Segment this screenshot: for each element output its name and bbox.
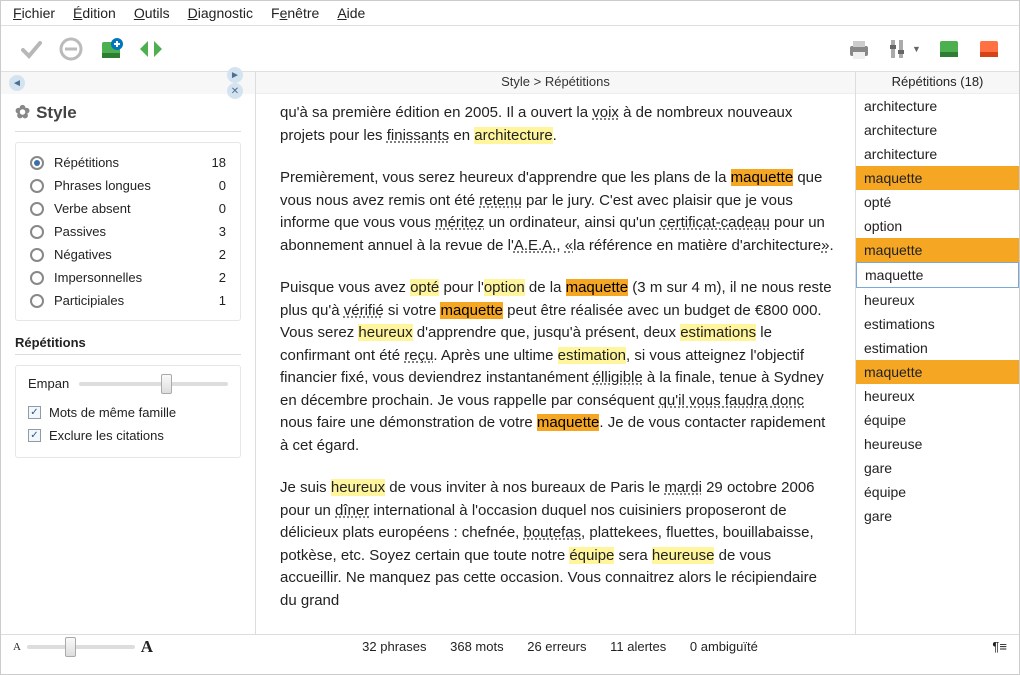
word-item[interactable]: architecture <box>856 142 1019 166</box>
radio-icon <box>30 156 44 170</box>
status-center: 32 phrases 368 mots 26 erreurs 11 alerte… <box>153 639 967 654</box>
style-option-count: 18 <box>212 155 226 170</box>
radio-icon <box>30 225 44 239</box>
word-item[interactable]: maquette <box>856 238 1019 262</box>
nav-arrows-button[interactable] <box>133 32 169 66</box>
check-label: Mots de même famille <box>49 405 176 420</box>
style-option-count: 2 <box>219 247 226 262</box>
statusbar: A A 32 phrases 368 mots 26 erreurs 11 al… <box>1 634 1019 658</box>
check-exclude-citations[interactable]: ✓ Exclure les citations <box>28 424 228 447</box>
word-item[interactable]: heureux <box>856 384 1019 408</box>
empan-slider[interactable] <box>79 382 228 386</box>
font-large-icon: A <box>141 637 153 657</box>
menu-fenetre[interactable]: Fenêtre <box>271 5 319 21</box>
word-item[interactable]: architecture <box>856 94 1019 118</box>
style-option-label: Répétitions <box>54 155 119 170</box>
radio-icon <box>30 294 44 308</box>
add-book-button[interactable] <box>93 32 129 66</box>
word-item[interactable]: maquette <box>856 262 1019 288</box>
right-title: Répétitions (18) <box>856 72 1019 94</box>
gear-icon: ✿ <box>15 102 30 123</box>
check-label: Exclure les citations <box>49 428 164 443</box>
word-item[interactable]: architecture <box>856 118 1019 142</box>
style-option-label: Verbe absent <box>54 201 131 216</box>
nav-back-icon[interactable]: ◄ <box>9 75 25 91</box>
style-option[interactable]: Participiales 1 <box>30 289 226 312</box>
style-option[interactable]: Négatives 2 <box>30 243 226 266</box>
style-option[interactable]: Impersonnelles 2 <box>30 266 226 289</box>
style-option-count: 1 <box>219 293 226 308</box>
status-mots: 368 mots <box>450 639 503 654</box>
style-option-count: 3 <box>219 224 226 239</box>
word-list: architecturearchitecturearchitecturemaqu… <box>856 94 1019 634</box>
content-center: Style > Répétitions qu'à sa première édi… <box>256 72 855 634</box>
word-item[interactable]: maquette <box>856 360 1019 384</box>
style-option-count: 0 <box>219 178 226 193</box>
main-area: ◄ ►✕ ✿ Style Répétitions18Phrases longue… <box>1 72 1019 634</box>
word-item[interactable]: estimation <box>856 336 1019 360</box>
style-option[interactable]: Verbe absent 0 <box>30 197 226 220</box>
style-option-count: 0 <box>219 201 226 216</box>
empan-label: Empan <box>28 376 69 391</box>
radio-icon <box>30 271 44 285</box>
word-item[interactable]: heureux <box>856 288 1019 312</box>
word-item[interactable]: heureuse <box>856 432 1019 456</box>
nav-forward-icon[interactable]: ► <box>227 67 243 83</box>
word-item[interactable]: gare <box>856 456 1019 480</box>
style-option[interactable]: Phrases longues 0 <box>30 174 226 197</box>
check-same-family[interactable]: ✓ Mots de même famille <box>28 401 228 424</box>
options-title: Répétitions <box>1 335 255 354</box>
word-item[interactable]: gare <box>856 504 1019 528</box>
radio-icon <box>30 179 44 193</box>
status-erreurs: 26 erreurs <box>527 639 586 654</box>
word-item[interactable]: équipe <box>856 408 1019 432</box>
menu-edition[interactable]: Édition <box>73 5 116 21</box>
style-option-label: Participiales <box>54 293 124 308</box>
style-option[interactable]: Répétitions 18 <box>30 151 226 174</box>
style-list: Répétitions18Phrases longues0Verbe absen… <box>15 142 241 321</box>
options-body: Empan ✓ Mots de même famille ✓ Exclure l… <box>15 365 241 458</box>
menu-fichier[interactable]: Fichier <box>13 5 55 21</box>
panel-title: ✿ Style <box>1 94 255 129</box>
toolbar: ▼ <box>1 26 1019 72</box>
style-option-label: Phrases longues <box>54 178 151 193</box>
word-item[interactable]: estimations <box>856 312 1019 336</box>
style-option-count: 2 <box>219 270 226 285</box>
status-phrases: 32 phrases <box>362 639 426 654</box>
word-item[interactable]: équipe <box>856 480 1019 504</box>
document-view[interactable]: qu'à sa première édition en 2005. Il a o… <box>256 94 855 634</box>
checkbox-icon: ✓ <box>28 429 41 442</box>
style-option-label: Passives <box>54 224 106 239</box>
style-option-label: Impersonnelles <box>54 270 142 285</box>
check-button[interactable] <box>13 32 49 66</box>
style-option[interactable]: Passives 3 <box>30 220 226 243</box>
menu-diagnostic[interactable]: Diagnostic <box>188 5 253 21</box>
breadcrumb: Style > Répétitions <box>256 72 855 94</box>
menu-outils[interactable]: Outils <box>134 5 170 21</box>
radio-icon <box>30 202 44 216</box>
print-button[interactable] <box>841 32 877 66</box>
checkbox-icon: ✓ <box>28 406 41 419</box>
word-item[interactable]: maquette <box>856 166 1019 190</box>
stop-button[interactable] <box>53 32 89 66</box>
font-small-icon: A <box>13 641 21 653</box>
detail-toggle-icon[interactable]: ¶≡ <box>967 639 1007 654</box>
status-ambig: 0 ambiguïté <box>690 639 758 654</box>
menu-aide[interactable]: Aide <box>337 5 365 21</box>
status-alertes: 11 alertes <box>610 639 666 654</box>
word-item[interactable]: option <box>856 214 1019 238</box>
book-orange-button[interactable] <box>971 32 1007 66</box>
word-item[interactable]: opté <box>856 190 1019 214</box>
panel-title-text: Style <box>36 103 77 123</box>
menubar: Fichier Édition Outils Diagnostic Fenêtr… <box>1 1 1019 26</box>
radio-icon <box>30 248 44 262</box>
style-option-label: Négatives <box>54 247 112 262</box>
sidebar-left: ◄ ►✕ ✿ Style Répétitions18Phrases longue… <box>1 72 256 634</box>
font-size-control[interactable]: A A <box>13 637 153 657</box>
settings-dropdown[interactable]: ▼ <box>881 32 927 66</box>
book-green-button[interactable] <box>931 32 967 66</box>
sidebar-right: Répétitions (18) architecturearchitectur… <box>855 72 1019 634</box>
